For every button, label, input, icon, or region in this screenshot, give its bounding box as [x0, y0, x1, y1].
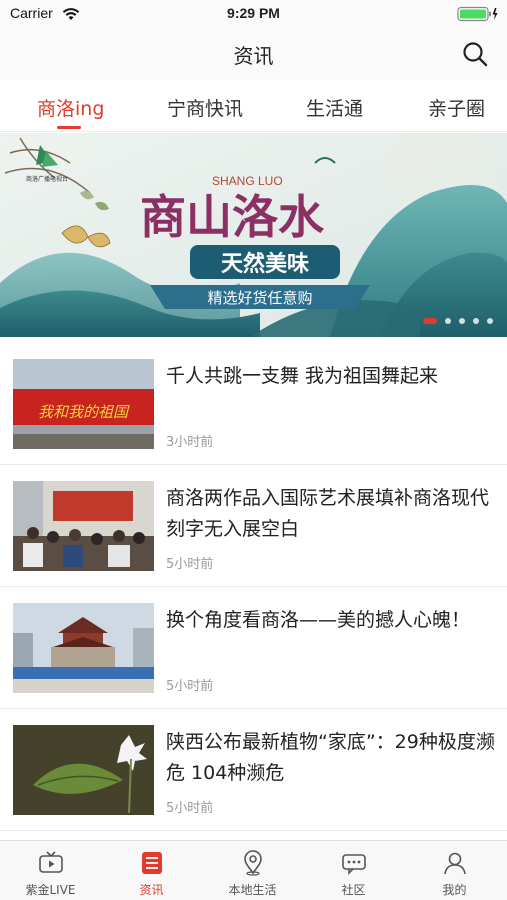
carousel-dot[interactable] — [473, 318, 479, 324]
bottom-tab-bar: 紫金LIVE 资讯 本地生活 社区 我的 — [0, 840, 507, 900]
banner-tagline: 精选好货任意购 — [207, 289, 312, 307]
tabbar-label: 紫金LIVE — [25, 883, 76, 897]
news-time: 5小时前 — [166, 557, 214, 572]
tabbar-item-live[interactable]: 紫金LIVE — [0, 841, 101, 900]
person-icon — [442, 850, 468, 876]
tabbar-item-community[interactable]: 社区 — [303, 841, 404, 900]
carousel-dots[interactable] — [423, 318, 493, 324]
tabbar-item-local-life[interactable]: 本地生活 — [202, 841, 303, 900]
news-time: 3小时前 — [166, 435, 214, 450]
carousel-dot[interactable] — [459, 318, 465, 324]
news-time: 5小时前 — [166, 679, 214, 694]
banner-logo-text: 商洛广播电视台 — [26, 175, 68, 183]
news-title[interactable]: 商洛两作品入国际艺术展填补商洛现代刻字无入展空白 — [166, 483, 496, 545]
tabbar-label: 资讯 — [139, 883, 164, 897]
tabbar-label: 本地生活 — [228, 883, 277, 897]
tab-life[interactable]: 生活通 — [306, 94, 363, 121]
news-thumbnail[interactable] — [13, 481, 154, 571]
tab-ningshang-news[interactable]: 宁商快讯 — [167, 94, 243, 121]
category-tabs: 商洛ing 宁商快讯 生活通 亲子圈 — [0, 80, 507, 132]
carousel-dot[interactable] — [487, 318, 493, 324]
news-list: 我和我的祖国 千人共跳一支舞 我为祖国舞起来 3小时前 商洛两作品入国际艺术展填… — [0, 343, 507, 831]
clock: 9:29 PM — [227, 5, 280, 21]
tv-icon — [38, 850, 64, 876]
page-title: 资讯 — [233, 44, 274, 68]
news-title[interactable]: 陕西公布最新植物“家底”：29种极度濒危 104种濒危 — [166, 727, 496, 789]
banner-ribbon: 天然美味 — [221, 251, 309, 277]
battery-icon — [457, 6, 499, 26]
banner-headline: 商山洛水 — [140, 190, 325, 244]
chat-bubble-icon — [341, 850, 367, 876]
tabbar-item-me[interactable]: 我的 — [404, 841, 505, 900]
thumb-caption: 我和我的祖国 — [38, 403, 130, 421]
nav-bar: 资讯 — [0, 28, 507, 80]
news-thumbnail[interactable]: 我和我的祖国 — [13, 359, 154, 449]
tab-parenting[interactable]: 亲子圈 — [428, 94, 485, 121]
news-item[interactable]: 我和我的祖国 千人共跳一支舞 我为祖国舞起来 3小时前 — [0, 343, 507, 465]
news-icon — [139, 850, 165, 876]
news-thumbnail[interactable] — [13, 603, 154, 693]
location-pin-icon — [240, 850, 266, 876]
news-item[interactable]: 陕西公布最新植物“家底”：29种极度濒危 104种濒危 5小时前 — [0, 709, 507, 831]
tabbar-label: 我的 — [442, 883, 467, 897]
tabbar-label: 社区 — [341, 883, 366, 897]
active-tab-indicator — [57, 126, 81, 129]
tab-shangluo-ing[interactable]: 商洛ing — [37, 94, 104, 121]
search-icon[interactable] — [461, 40, 489, 68]
news-time: 5小时前 — [166, 801, 214, 816]
carousel-dot[interactable] — [423, 318, 437, 324]
news-item[interactable]: 商洛两作品入国际艺术展填补商洛现代刻字无入展空白 5小时前 — [0, 465, 507, 587]
news-title[interactable]: 换个角度看商洛——美的撼人心魄！ — [166, 605, 496, 636]
carousel-dot[interactable] — [445, 318, 451, 324]
news-thumbnail[interactable] — [13, 725, 154, 815]
tabbar-item-news[interactable]: 资讯 — [101, 841, 202, 900]
status-bar: Carrier 9:29 PM — [0, 0, 507, 28]
banner-carousel[interactable]: 商洛广播电视台 SHANG LUO 商山洛水 天然美味 精选好货任意购 — [0, 133, 507, 337]
news-title[interactable]: 千人共跳一支舞 我为祖国舞起来 — [166, 361, 496, 392]
banner-subtitle-en: SHANG LUO — [212, 174, 283, 188]
news-item[interactable]: 换个角度看商洛——美的撼人心魄！ 5小时前 — [0, 587, 507, 709]
